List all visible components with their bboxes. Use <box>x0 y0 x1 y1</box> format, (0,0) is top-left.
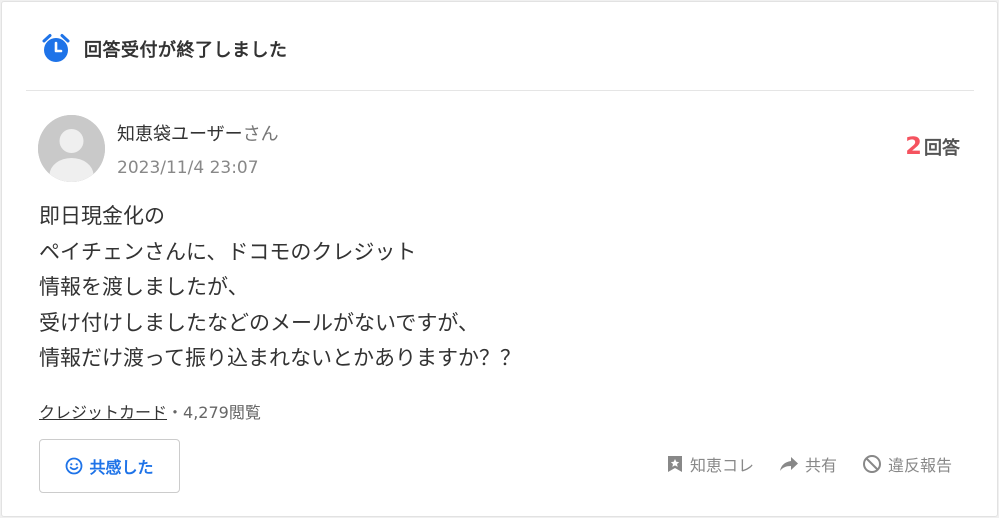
prohibited-icon <box>862 455 881 473</box>
report-button[interactable]: 違反報告 <box>862 452 952 476</box>
status-bar: 回答受付が終了しました <box>26 2 974 91</box>
share-arrow-icon <box>779 457 798 471</box>
question-meta: クレジットカード・4,279閲覧 <box>39 399 261 423</box>
alarm-clock-icon <box>42 34 70 62</box>
chiebukuro-collection-label: 知恵コレ <box>689 456 754 475</box>
chiebukuro-collection-button[interactable]: 知恵コレ <box>666 452 754 476</box>
empathy-button-label: 共感した <box>89 458 154 477</box>
user-name: 知恵袋ユーザーさん <box>117 120 279 146</box>
question-body: 即日現金化の ペイチェンさんに、ドコモのクレジット 情報を渡しましたが、 受け付… <box>39 199 939 377</box>
question-line: 情報を渡しましたが、 <box>39 275 249 299</box>
question-line: ペイチェンさんに、ドコモのクレジット <box>39 239 417 264</box>
answer-count-number: 2 <box>905 132 922 160</box>
share-label: 共有 <box>804 456 837 475</box>
view-count: 4,279閲覧 <box>183 403 261 422</box>
empathy-button[interactable]: 共感した <box>39 439 180 493</box>
post-date: 2023/11/4 23:07 <box>117 158 259 178</box>
action-bar: 知恵コレ 共有 違反報告 <box>666 452 952 476</box>
answer-count[interactable]: 2 回答 <box>905 132 960 160</box>
user-name-text: 知恵袋ユーザー <box>117 124 243 145</box>
question-card: 回答受付が終了しました 知恵袋ユーザーさん 2023/11/4 23:07 2 … <box>1 1 998 517</box>
answer-count-label: 回答 <box>924 138 960 159</box>
category-link[interactable]: クレジットカード <box>39 403 167 422</box>
user-name-suffix: さん <box>242 124 279 145</box>
meta-separator: ・ <box>167 403 184 422</box>
avatar <box>38 115 105 182</box>
question-line: 即日現金化の <box>39 204 165 228</box>
question-line: 情報だけ渡って振り込まれないとかありますか？？ <box>39 346 521 370</box>
default-user-icon <box>38 115 105 182</box>
smile-icon <box>66 457 83 475</box>
share-button[interactable]: 共有 <box>779 452 837 476</box>
question-line: 受け付けしましたなどのメールがないですが、 <box>39 310 479 335</box>
bookmark-star-icon <box>667 456 682 472</box>
status-message: 回答受付が終了しました <box>84 40 288 61</box>
report-label: 違反報告 <box>887 456 952 475</box>
